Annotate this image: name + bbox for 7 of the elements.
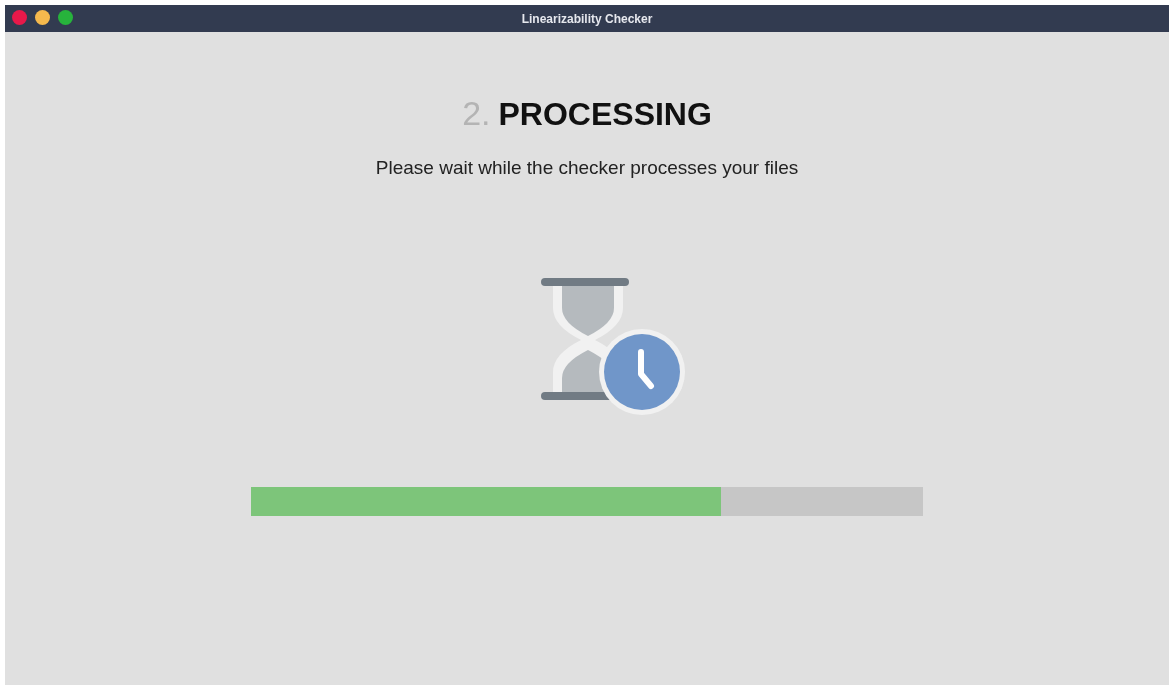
- hourglass-clock-icon: [538, 276, 686, 417]
- close-button[interactable]: [12, 10, 27, 25]
- status-message: Please wait while the checker processes your files: [375, 157, 799, 179]
- page-heading: PROCESSING: [498, 96, 712, 133]
- window-title: Linearizability Checker: [521, 11, 653, 26]
- zoom-button[interactable]: [58, 10, 73, 25]
- minimize-button[interactable]: [35, 10, 50, 25]
